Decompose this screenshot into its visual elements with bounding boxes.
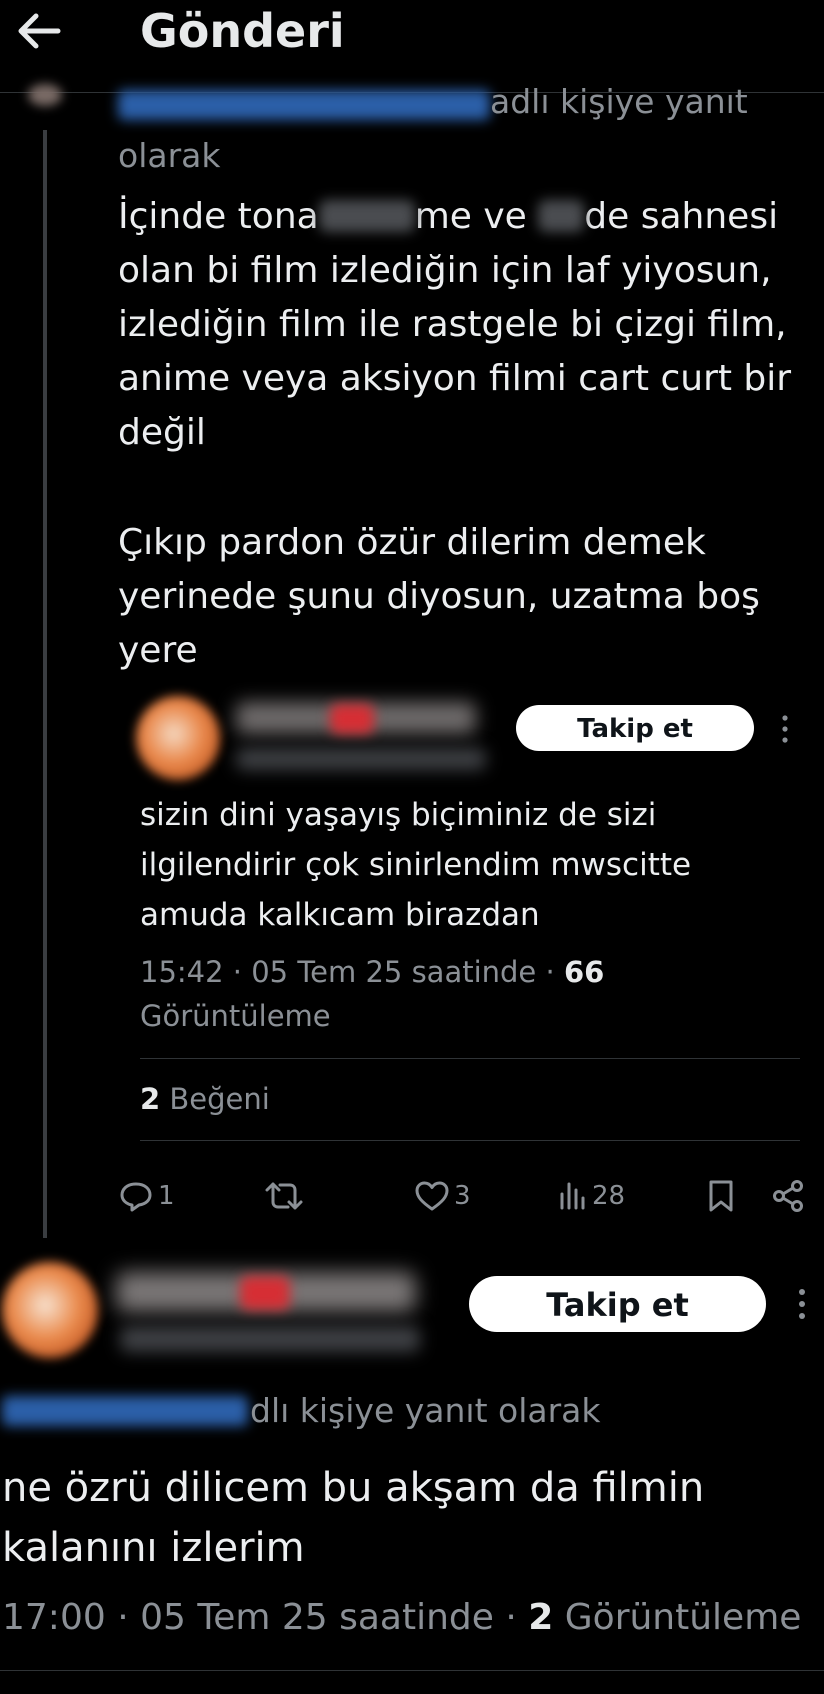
post-text-line: yerinede şunu diyosun, uzatma boş bbox=[118, 576, 760, 617]
reply-blurred-handle[interactable] bbox=[120, 1326, 420, 1352]
quoted-avatar bbox=[136, 696, 220, 780]
avatar[interactable] bbox=[28, 84, 62, 106]
share-icon bbox=[770, 1178, 806, 1214]
reply-meta: 17:00 · 05 Tem 25 saatinde · 2 Görüntüle… bbox=[2, 1597, 802, 1638]
post-text-line: anime veya aksiyon filmi cart curt bir bbox=[118, 358, 792, 399]
reply-avatar[interactable] bbox=[2, 1262, 98, 1358]
bookmark-icon bbox=[706, 1178, 736, 1214]
retweet-icon bbox=[264, 1178, 304, 1214]
post-text-line: yere bbox=[118, 630, 198, 671]
post-text-line: izlediğin film ile rastgele bi çizgi fil… bbox=[118, 304, 787, 345]
retweet-button[interactable] bbox=[264, 1176, 304, 1216]
heart-icon bbox=[414, 1178, 450, 1214]
post-text-line: İçinde tona me ve de sahnesi bbox=[118, 196, 779, 237]
post-text-line: olan bi film izlediğin için laf yiyosun, bbox=[118, 250, 772, 291]
follow-button[interactable]: Takip et bbox=[469, 1276, 766, 1332]
quoted-text-line: ilgilendirir çok sinirlendim mwscitte bbox=[140, 847, 692, 883]
post-text-line: değil bbox=[118, 412, 206, 453]
reply-count: 1 bbox=[158, 1181, 175, 1211]
censored-word bbox=[538, 200, 585, 232]
reply-text-line: ne özrü dilicem bu akşam da filmin bbox=[2, 1465, 705, 1511]
follow-button: Takip et bbox=[516, 705, 754, 751]
divider bbox=[140, 1058, 800, 1059]
quoted-text-line: amuda kalkıcam birazdan bbox=[140, 897, 540, 933]
views-count: 28 bbox=[592, 1181, 626, 1211]
share-button[interactable] bbox=[770, 1176, 806, 1216]
divider bbox=[0, 1670, 824, 1671]
reply-context: adlı kişiye yanıt bbox=[490, 82, 748, 121]
reply-blurred-name-emoji bbox=[240, 1276, 290, 1310]
thread-line bbox=[43, 130, 47, 1238]
page-title: Gönderi bbox=[140, 4, 345, 58]
more-icon[interactable] bbox=[795, 1286, 809, 1322]
reply-icon bbox=[118, 1178, 154, 1214]
reply-button[interactable]: 1 bbox=[118, 1176, 175, 1216]
reply-text-line: kalanını izlerim bbox=[2, 1525, 305, 1571]
like-button[interactable]: 3 bbox=[414, 1176, 471, 1216]
quoted-likes: 2 Beğeni bbox=[140, 1082, 270, 1116]
post-text-line: Çıkıp pardon özür dilerim demek bbox=[118, 522, 706, 563]
blurred-username[interactable] bbox=[118, 90, 490, 120]
back-arrow-icon[interactable] bbox=[14, 6, 64, 56]
divider bbox=[140, 1140, 800, 1141]
quoted-text-line: sizin dini yaşayış biçiminiz de sizi bbox=[140, 797, 657, 833]
reply-context-cont: olarak bbox=[118, 136, 221, 175]
views-icon bbox=[558, 1178, 588, 1214]
censored-word bbox=[318, 200, 415, 232]
quoted-blurred-handle bbox=[236, 748, 486, 770]
more-icon bbox=[778, 712, 792, 746]
blurred-username[interactable] bbox=[2, 1396, 248, 1426]
views-button[interactable]: 28 bbox=[558, 1176, 625, 1216]
quoted-blurred-name-emoji bbox=[330, 704, 374, 734]
reply-context: dlı kişiye yanıt olarak bbox=[250, 1391, 601, 1430]
bookmark-button[interactable] bbox=[706, 1176, 736, 1216]
like-count: 3 bbox=[454, 1181, 471, 1211]
quoted-meta: 15:42 · 05 Tem 25 saatinde · 66 Görüntüle… bbox=[140, 955, 605, 1033]
